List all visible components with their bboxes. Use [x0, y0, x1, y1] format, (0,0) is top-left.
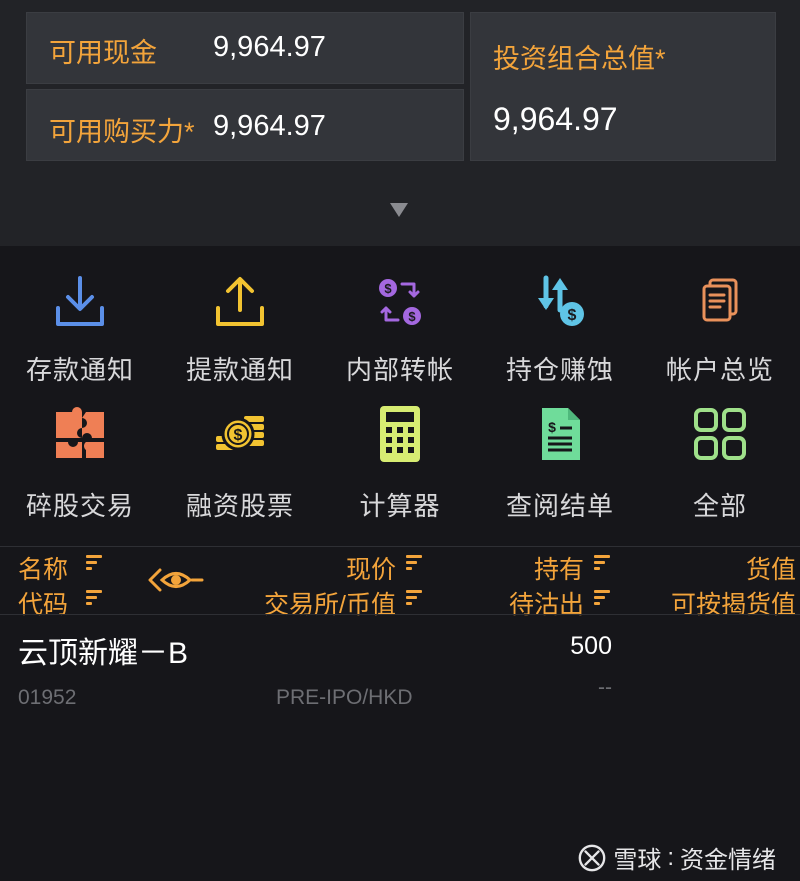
buying-power-value: 9,964.97 [213, 110, 326, 142]
svg-text:$: $ [548, 419, 556, 435]
sort-icon[interactable] [406, 590, 422, 606]
header-price[interactable]: 现价 [346, 550, 396, 586]
tile-all[interactable]: 全部 [640, 386, 800, 526]
sort-icon[interactable] [594, 590, 610, 606]
margin-coins-icon: $ [216, 416, 264, 451]
tile-label: 持仓赚蚀 [505, 355, 614, 385]
tile-statement[interactable]: $ 查阅结单 [480, 386, 640, 526]
tile-label: 帐户总览 [665, 355, 774, 385]
sort-icon[interactable] [86, 590, 102, 606]
tile-position-pnl[interactable]: $ 持仓赚蚀 [480, 246, 640, 386]
header-exchange-currency[interactable]: 交易所/币值 [264, 585, 396, 621]
watermark: 雪球 : 资金情绪 [577, 840, 776, 875]
tile-withdraw[interactable]: 提款通知 [160, 246, 320, 386]
xueqiu-logo-icon [578, 844, 606, 871]
function-grid: 存款通知 提款通知 $ $ 内部转帐 $ 持仓赚蚀 帐户总览 碎股交易 $ 融资… [0, 246, 800, 546]
account-summary: 可用现金 9,964.97 可用购买力* 9,964.97 投资组合总值* 9,… [0, 0, 800, 246]
stock-code: 01952 [18, 686, 77, 709]
divider [0, 614, 800, 615]
tile-label: 融资股票 [185, 491, 294, 521]
tile-account-overview[interactable]: 帐户总览 [640, 246, 800, 386]
tile-label: 内部转帐 [345, 355, 454, 385]
svg-text:$: $ [408, 309, 416, 324]
header-mortgage-value[interactable]: 可按揭货值 [671, 585, 796, 621]
sort-icon[interactable] [86, 555, 102, 571]
sort-icon[interactable] [406, 555, 422, 571]
portfolio-value: 9,964.97 [493, 101, 618, 137]
expand-chevron-icon[interactable] [390, 203, 408, 217]
tile-deposit[interactable]: 存款通知 [0, 246, 160, 386]
tile-internal-transfer[interactable]: $ $ 内部转帐 [320, 246, 480, 386]
eye-toggle-icon[interactable] [148, 565, 204, 595]
svg-text:$: $ [568, 307, 577, 324]
portfolio-card: 投资组合总值* 9,964.97 [470, 12, 776, 161]
svg-text:$: $ [234, 427, 243, 444]
tile-label: 存款通知 [25, 355, 134, 385]
tile-odd-lot[interactable]: 碎股交易 [0, 386, 160, 526]
withdraw-upload-icon [216, 277, 264, 326]
internal-transfer-icon: $ $ [379, 279, 421, 325]
stock-holding: 500 [570, 632, 612, 660]
stock-name: 云顶新耀－B [18, 637, 189, 670]
all-apps-icon [694, 408, 746, 460]
buying-power-label: 可用购买力* [49, 117, 195, 147]
tile-label: 提款通知 [185, 355, 294, 385]
watermark-author: 资金情绪 [680, 847, 776, 874]
header-holding[interactable]: 持有 [534, 550, 584, 586]
tile-margin-stock[interactable]: $ 融资股票 [160, 386, 320, 526]
puzzle-icon [56, 407, 104, 458]
tile-label: 查阅结单 [505, 491, 614, 521]
stock-pending: -- [598, 676, 612, 699]
statement-icon: $ [542, 408, 580, 460]
buying-power-card: 可用购买力* 9,964.97 [26, 89, 464, 161]
calculator-icon [380, 406, 420, 462]
tile-label: 碎股交易 [25, 491, 134, 521]
cash-value: 9,964.97 [213, 31, 326, 63]
header-pending-sell[interactable]: 待沽出 [509, 585, 584, 621]
portfolio-label: 投资组合总值* [493, 44, 666, 74]
tile-label: 计算器 [359, 491, 441, 521]
watermark-brand: 雪球 [613, 847, 662, 874]
stock-exchange: PRE-IPO/HKD [276, 686, 413, 709]
tile-calculator[interactable]: 计算器 [320, 386, 480, 526]
account-overview-icon [702, 278, 738, 322]
cash-label: 可用现金 [49, 38, 157, 68]
divider [0, 546, 800, 547]
tile-label: 全部 [692, 491, 747, 521]
position-pnl-icon: $ [538, 275, 584, 326]
header-name[interactable]: 名称 [18, 550, 68, 586]
cash-card: 可用现金 9,964.97 [26, 12, 464, 84]
sort-icon[interactable] [594, 555, 610, 571]
header-value[interactable]: 货值 [746, 550, 796, 586]
deposit-download-icon [56, 276, 104, 326]
header-code[interactable]: 代码 [18, 585, 68, 621]
watermark-separator: : [667, 843, 674, 871]
svg-text:$: $ [384, 281, 392, 296]
